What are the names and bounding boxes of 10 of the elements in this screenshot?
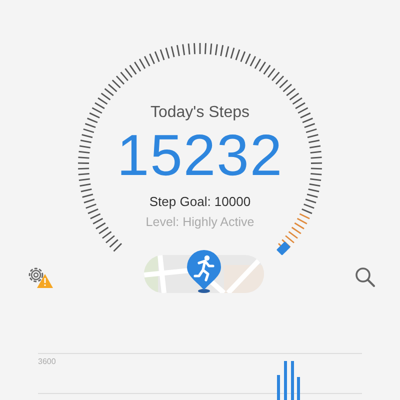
activity-level: Level: Highly Active [146, 215, 254, 229]
axis-label: 3600 [38, 357, 56, 366]
step-goal: Step Goal: 10000 [149, 194, 251, 209]
title: Today's Steps [150, 104, 250, 122]
bars-drawing [277, 361, 300, 400]
search-icon[interactable] [354, 266, 376, 288]
step-count: 15232 [116, 124, 284, 188]
progress-marker [276, 241, 290, 256]
running-pin-icon[interactable] [186, 249, 222, 293]
settings-icon[interactable] [26, 265, 54, 289]
